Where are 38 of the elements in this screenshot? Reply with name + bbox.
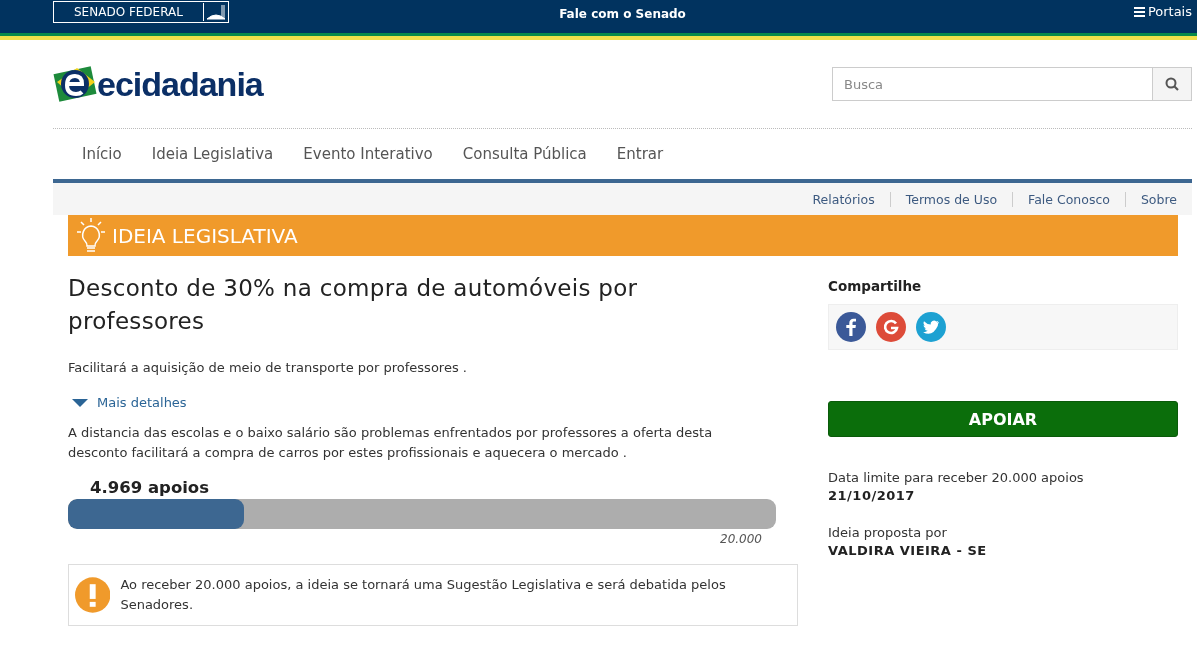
exclamation-icon: [75, 577, 111, 613]
caret-icon: [71, 397, 89, 408]
section-title: IDEIA LEGISLATIVA: [112, 223, 298, 248]
support-count: 4.969 apoios: [90, 478, 211, 497]
senado-federal-link[interactable]: SENADO FEDERAL: [53, 0, 229, 23]
lightbulb-icon: [76, 216, 106, 255]
footer-link[interactable]: Sobre: [1124, 191, 1192, 207]
deadline-date: 21/10/2017: [828, 488, 916, 503]
author-name: VALDIRA VIEIRA - SE: [828, 543, 988, 558]
footer-link[interactable]: Relatórios: [797, 191, 890, 207]
search-button[interactable]: [1152, 67, 1192, 101]
logo-text[interactable]: ecidadania: [97, 64, 263, 104]
menu-icon: [1133, 6, 1145, 17]
support-button[interactable]: APOIAR: [828, 401, 1178, 437]
idea-details: A distancia das escolas e o baixo salário são problemas enfrentados por professores a oferta desta desconto facilitará a compra de carros por estes profissionais e aquecera o mercado .: [68, 424, 714, 462]
portals-menu[interactable]: Portais: [1133, 4, 1192, 19]
footer-link[interactable]: Termos de Uso: [889, 191, 1013, 207]
idea-title: Desconto de 30% na compra de automóveis por professores: [68, 274, 639, 336]
footer-link[interactable]: Fale Conosco: [1012, 191, 1125, 207]
bird-icon[interactable]: [916, 312, 946, 342]
nav-link[interactable]: Ideia Legislativa: [151, 145, 274, 163]
nav-link[interactable]: Evento Interativo: [303, 145, 433, 163]
nav-link[interactable]: Entrar: [616, 145, 664, 163]
details-toggle[interactable]: Mais detalhes: [71, 395, 798, 410]
nav-link[interactable]: Início: [82, 145, 122, 163]
nav-link[interactable]: Consulta Pública: [462, 145, 587, 163]
contact-link[interactable]: Fale com o Senado: [559, 7, 686, 21]
search-icon: [1165, 77, 1179, 91]
congress-building-icon: [202, 2, 228, 21]
deadline-label: Data limite para receber 20.000 apoios: [828, 470, 1085, 485]
author-label: Ideia proposta por: [828, 525, 948, 540]
idea-summary: Facilitará a aquisição de meio de transporte por professores .: [68, 359, 468, 377]
google-icon[interactable]: [876, 312, 906, 342]
notice-text: Ao receber 20.000 apoios, a ideia se tornará uma Sugestão Legislativa e será debatida pelos Senadores.: [120, 576, 727, 614]
search-field[interactable]: Busca: [832, 67, 1152, 101]
facebook-icon[interactable]: [836, 312, 866, 342]
share-title: Compartilhe: [828, 278, 923, 294]
goal-label: 20.000: [720, 532, 762, 546]
